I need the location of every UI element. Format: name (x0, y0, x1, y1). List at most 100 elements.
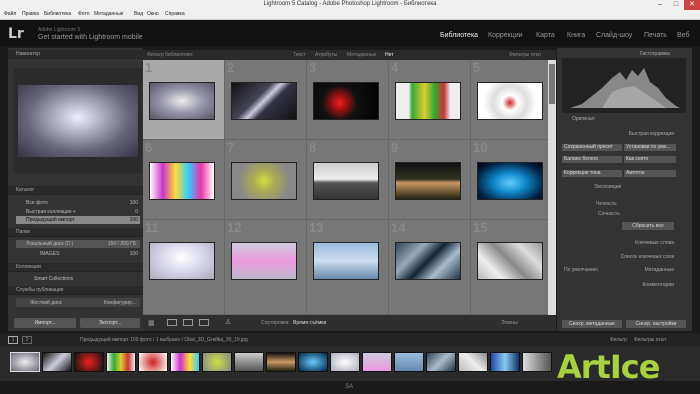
filmstrip-thumb[interactable] (266, 352, 296, 372)
wb-select[interactable]: Как снято (624, 156, 676, 163)
module-print[interactable]: Печать (644, 32, 667, 39)
filmstrip-thumb[interactable] (458, 352, 488, 372)
menu-file[interactable]: Файл (4, 11, 16, 17)
import-button[interactable]: Импорт... (14, 318, 76, 328)
filmstrip-thumb[interactable] (298, 352, 328, 372)
module-web[interactable]: Веб (677, 32, 690, 39)
page-1-button[interactable]: 1 (8, 336, 18, 344)
identity-line2[interactable]: Get started with Lightroom mobile (38, 34, 143, 41)
filmstrip-thumb[interactable] (330, 352, 360, 372)
thumbnail[interactable] (477, 242, 543, 280)
folder-images[interactable]: IMAGES (40, 251, 59, 257)
filmstrip-filter-value[interactable]: Фильтры откл (634, 337, 666, 343)
collections-header[interactable]: Коллекции (8, 263, 143, 272)
grid-cell[interactable]: 15 (471, 220, 553, 315)
grid-cell[interactable]: 8 (307, 140, 389, 220)
filmstrip-thumb[interactable] (170, 352, 200, 372)
filter-attributes[interactable]: Атрибуты (315, 52, 337, 58)
menu-metadata[interactable]: Метаданные (94, 11, 123, 17)
menu-window[interactable]: Окно (147, 11, 159, 17)
histogram-header[interactable]: Гистограмма (640, 51, 670, 57)
thumbnail[interactable] (231, 82, 297, 120)
grid-cell[interactable]: 9 (389, 140, 471, 220)
filmstrip-thumb[interactable] (138, 352, 168, 372)
thumbnail[interactable] (231, 242, 297, 280)
module-book[interactable]: Книга (567, 32, 585, 39)
grid-cell[interactable]: 10 (471, 140, 553, 220)
grid-cell[interactable]: 14 (389, 220, 471, 315)
thumbnail[interactable] (477, 82, 543, 120)
quick-develop-header[interactable]: Быстрая коррекция (557, 131, 692, 137)
filmstrip-thumb[interactable] (490, 352, 520, 372)
grid-cell[interactable]: 4 (389, 60, 471, 140)
smart-collections[interactable]: Smart Collections (34, 276, 73, 282)
catalog-item-previous[interactable]: Предыдущий импорт (26, 217, 75, 223)
export-button[interactable]: Экспорт... (80, 318, 140, 328)
thumbnail[interactable] (395, 242, 461, 280)
scrollbar-thumb[interactable] (549, 64, 555, 104)
menu-library[interactable]: Библиотека (44, 11, 71, 17)
painter-icon[interactable]: ♙ (225, 318, 231, 326)
grid-cell[interactable]: 7 (225, 140, 307, 220)
grid-cell[interactable]: 12 (225, 220, 307, 315)
filmstrip-thumb[interactable] (106, 352, 136, 372)
thumbnail[interactable] (149, 162, 215, 200)
catalog-header[interactable]: Каталог (8, 186, 143, 195)
metadata-header[interactable]: Метаданные (557, 267, 692, 273)
grid-cell[interactable]: 3 (307, 60, 389, 140)
grid-cell[interactable]: 1 (143, 60, 225, 140)
maximize-button[interactable]: □ (668, 0, 684, 10)
grid-cell[interactable]: 6 (143, 140, 225, 220)
thumbnail[interactable] (395, 162, 461, 200)
menu-view[interactable]: Вид (134, 11, 143, 17)
thumbnail[interactable] (313, 82, 379, 120)
module-map[interactable]: Карта (536, 32, 555, 39)
thumbnail[interactable] (313, 162, 379, 200)
close-button[interactable]: ✕ (684, 0, 700, 10)
grid-cell[interactable]: 5 (471, 60, 553, 140)
filmstrip-thumb[interactable] (74, 352, 104, 372)
filmstrip-thumb[interactable] (42, 352, 72, 372)
navigator-preview[interactable] (18, 85, 138, 157)
publish-header[interactable]: Службы публикации (8, 286, 143, 295)
compare-view-icon[interactable] (183, 319, 193, 326)
keyword-list-header[interactable]: Список ключевых слов (557, 254, 692, 260)
grid-cell[interactable]: 13 (307, 220, 389, 315)
menu-photo[interactable]: Фото (78, 11, 90, 17)
filmstrip-thumb[interactable] (10, 352, 40, 372)
filmstrip-thumb[interactable] (362, 352, 392, 372)
grid-cell[interactable]: 2 (225, 60, 307, 140)
reset-all-button[interactable]: Сбросить все (622, 222, 674, 230)
module-develop[interactable]: Коррекции (488, 32, 523, 39)
minimize-button[interactable]: – (652, 0, 668, 10)
filmstrip-thumb[interactable] (426, 352, 456, 372)
filter-none[interactable]: Нет (385, 52, 394, 58)
keywording-header[interactable]: Ключевые слова (557, 240, 692, 246)
filter-text[interactable]: Текст (293, 52, 306, 58)
filter-metadata[interactable]: Метаданные (347, 52, 376, 58)
catalog-item-quick[interactable]: Быстрая коллекция + (26, 209, 76, 215)
thumbnail[interactable] (313, 242, 379, 280)
thumbnail[interactable] (149, 242, 215, 280)
module-slideshow[interactable]: Слайд-шоу (596, 32, 632, 39)
folders-header[interactable]: Папки (8, 228, 143, 237)
sort-value[interactable]: Время съёмки (293, 320, 326, 326)
navigator-header[interactable]: Навигатор (8, 50, 143, 59)
catalog-item-all[interactable]: Все фото (26, 200, 48, 206)
sync-metadata-button[interactable]: Синхр. метаданные (562, 320, 622, 328)
menu-edit[interactable]: Правка (22, 11, 39, 17)
filter-off[interactable]: Фильтры откл (509, 52, 541, 58)
module-library[interactable]: Библиотека (440, 32, 478, 39)
grid-view-icon[interactable]: ▦ (148, 319, 155, 327)
filmstrip-thumb[interactable] (202, 352, 232, 372)
filmstrip-thumb[interactable] (394, 352, 424, 372)
thumbnail[interactable] (395, 82, 461, 120)
filmstrip-thumb[interactable] (234, 352, 264, 372)
loupe-view-icon[interactable] (167, 319, 177, 326)
harddrive-action[interactable]: Конфигурир... (90, 300, 136, 306)
preset-select[interactable]: Установки по умо... (624, 144, 676, 151)
grid-cell[interactable]: 11 (143, 220, 225, 315)
survey-view-icon[interactable] (199, 319, 209, 326)
auto-tone-button[interactable]: Автотон (624, 170, 676, 177)
menu-help[interactable]: Справка (165, 11, 185, 17)
